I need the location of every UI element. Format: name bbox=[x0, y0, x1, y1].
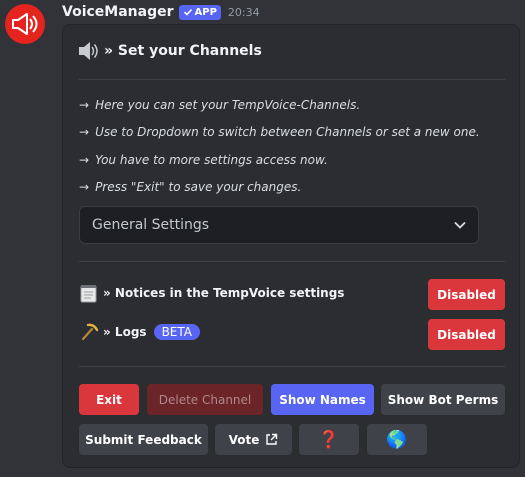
arrow-icon: → bbox=[79, 180, 90, 194]
divider bbox=[79, 79, 505, 80]
message-timestamp[interactable]: 20:34 bbox=[228, 6, 260, 19]
notices-disabled-button[interactable]: Disabled bbox=[428, 279, 505, 310]
arrow-icon: → bbox=[79, 98, 90, 112]
info-line: → Here you can set your TempVoice-Channe… bbox=[79, 98, 360, 112]
question-mark-icon: ❓ bbox=[318, 429, 340, 450]
external-link-icon bbox=[266, 433, 278, 445]
button-label: Vote bbox=[228, 432, 260, 447]
show-bot-perms-button[interactable]: Show Bot Perms bbox=[381, 384, 505, 415]
message-header: VoiceManager APP 20:34 bbox=[62, 2, 260, 22]
show-names-button[interactable]: Show Names bbox=[271, 384, 374, 415]
info-line-text: Here you can set your TempVoice-Channels… bbox=[95, 98, 361, 112]
verified-check-icon bbox=[183, 8, 192, 16]
exit-button[interactable]: Exit bbox=[79, 384, 139, 415]
button-label: Disabled bbox=[437, 327, 496, 342]
app-badge: APP bbox=[178, 4, 221, 20]
arrow-icon: → bbox=[79, 153, 90, 167]
button-label: Show Bot Perms bbox=[387, 392, 499, 407]
embed-card: » Set your Channels → Here you can set y… bbox=[62, 24, 520, 468]
info-line: → Press "Exit" to save your changes. bbox=[79, 180, 301, 194]
notepad-icon bbox=[80, 285, 97, 303]
megaphone-icon bbox=[12, 13, 38, 35]
chevron-down-icon bbox=[454, 221, 466, 229]
bot-avatar[interactable] bbox=[5, 4, 45, 44]
channel-dropdown[interactable]: General Settings bbox=[79, 206, 479, 244]
delete-channel-button: Delete Channel bbox=[147, 384, 263, 415]
globe-button[interactable]: 🌎 bbox=[367, 424, 427, 455]
notices-setting-label: » Notices in the TempVoice settings bbox=[103, 286, 345, 300]
button-label: Submit Feedback bbox=[85, 432, 202, 447]
embed-title: » Set your Channels bbox=[78, 41, 262, 61]
beta-badge: BETA bbox=[153, 324, 200, 340]
button-label: Disabled bbox=[437, 287, 496, 302]
info-line-text: Press "Exit" to save your changes. bbox=[95, 180, 302, 194]
info-line-text: You have to more settings access now. bbox=[95, 153, 328, 167]
app-badge-label: APP bbox=[194, 6, 217, 18]
globe-icon: 🌎 bbox=[386, 429, 408, 450]
embed-title-text: » Set your Channels bbox=[104, 43, 262, 59]
submit-feedback-button[interactable]: Submit Feedback bbox=[79, 424, 208, 455]
pickaxe-icon bbox=[81, 323, 99, 341]
help-button[interactable]: ❓ bbox=[299, 424, 359, 455]
logs-disabled-button[interactable]: Disabled bbox=[428, 319, 505, 350]
button-label: Exit bbox=[96, 392, 122, 407]
vote-button[interactable]: Vote bbox=[215, 424, 292, 455]
speaker-icon bbox=[79, 42, 98, 60]
button-label: Show Names bbox=[279, 392, 366, 407]
info-line-text: Use to Dropdown to switch between Channe… bbox=[95, 125, 480, 139]
info-line: → You have to more settings access now. bbox=[79, 153, 328, 167]
notices-setting-row: » Notices in the TempVoice settings bbox=[79, 283, 344, 303]
divider bbox=[79, 366, 505, 367]
arrow-icon: → bbox=[79, 125, 90, 139]
author-name[interactable]: VoiceManager bbox=[62, 4, 174, 20]
logs-setting-row: » Logs BETA bbox=[79, 322, 200, 342]
divider bbox=[79, 261, 505, 262]
button-label: Delete Channel bbox=[158, 392, 252, 407]
dropdown-value: General Settings bbox=[92, 217, 210, 233]
logs-setting-label: » Logs bbox=[103, 325, 147, 339]
info-line: → Use to Dropdown to switch between Chan… bbox=[79, 125, 480, 139]
